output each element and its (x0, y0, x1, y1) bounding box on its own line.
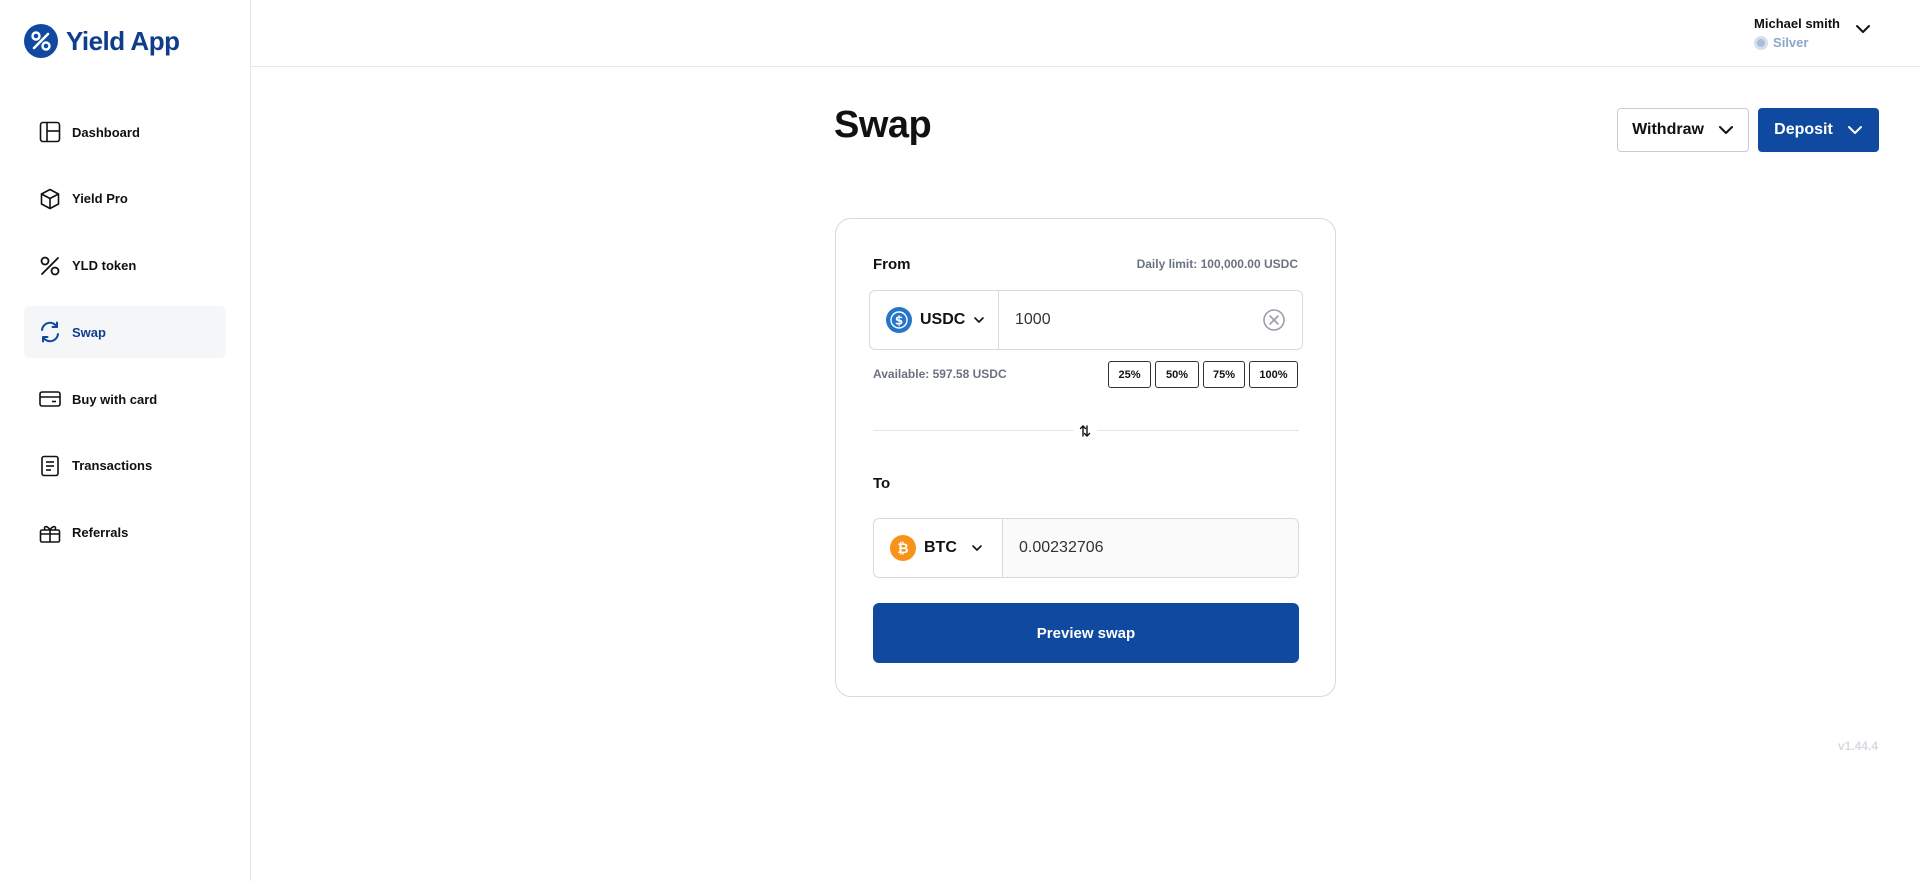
sidebar-item-yield-pro[interactable]: Yield Pro (24, 173, 226, 225)
svg-text:$: $ (895, 314, 903, 328)
to-field: ₿ BTC (873, 518, 1299, 578)
top-header: Michael smith Silver (251, 0, 1920, 67)
daily-limit: Daily limit: 100,000.00 USDC (1136, 257, 1298, 271)
chevron-down-icon (972, 545, 982, 551)
sidebar-item-buy-with-card[interactable]: Buy with card (24, 373, 226, 425)
dashboard-icon (38, 120, 62, 144)
sidebar-item-label: Transactions (72, 458, 153, 474)
chevron-down-icon (1847, 126, 1862, 134)
app-version: v1.44.4 (1837, 739, 1878, 753)
app-logo[interactable]: Yield App (24, 24, 180, 58)
app-name: Yield App (66, 25, 180, 56)
cube-icon (38, 187, 62, 211)
user-tier-label: Silver (1773, 35, 1809, 50)
user-menu[interactable]: Michael smith Silver (1754, 16, 1872, 50)
percent-buttons: 25% 50% 75% 100% (1108, 361, 1298, 388)
clear-icon[interactable] (1262, 308, 1286, 332)
deposit-button[interactable]: Deposit (1758, 108, 1879, 152)
sidebar-item-label: Swap (72, 324, 106, 340)
from-amount-wrap (999, 291, 1302, 349)
from-amount-input[interactable] (999, 291, 1302, 349)
from-coin-select[interactable]: $ USDC (870, 291, 999, 349)
withdraw-label: Withdraw (1632, 121, 1704, 138)
from-field: $ USDC (869, 290, 1303, 350)
from-coin-name: USDC (920, 311, 966, 328)
document-icon (38, 454, 62, 478)
to-amount-wrap (1003, 519, 1298, 577)
swap-direction-button[interactable] (1073, 419, 1097, 443)
percent-100-button[interactable]: 100% (1249, 361, 1298, 388)
credit-card-icon (38, 387, 62, 411)
sidebar-item-label: YLD token (72, 258, 137, 274)
sidebar-item-yld-token[interactable]: YLD token (24, 240, 226, 292)
chevron-down-icon (1718, 126, 1733, 134)
percent-50-button[interactable]: 50% (1155, 361, 1199, 388)
preview-swap-button[interactable]: Preview swap (873, 603, 1299, 663)
sidebar-item-referrals[interactable]: Referrals (24, 507, 226, 559)
deposit-label: Deposit (1774, 121, 1833, 138)
swap-refresh-icon (38, 320, 62, 344)
sidebar-item-label: Buy with card (72, 391, 158, 407)
to-coin-select[interactable]: ₿ BTC (874, 519, 1003, 577)
usdc-coin-icon: $ (886, 307, 912, 333)
swap-arrows-icon (1079, 425, 1091, 437)
sidebar-nav: Dashboard Yield Pro YLD token Swap Buy w… (24, 106, 226, 574)
percent-75-button[interactable]: 75% (1203, 361, 1245, 388)
swap-card: From Daily limit: 100,000.00 USDC $ USDC… (835, 218, 1336, 697)
sidebar-item-dashboard[interactable]: Dashboard (24, 106, 226, 158)
chevron-down-icon[interactable] (1854, 20, 1872, 43)
available-balance: Available: 597.58 USDC (873, 367, 1007, 381)
sidebar-item-label: Yield Pro (72, 191, 128, 207)
percent-icon (38, 254, 62, 278)
user-info: Michael smith Silver (1754, 16, 1840, 50)
svg-text:₿: ₿ (897, 541, 908, 557)
tier-badge-icon (1754, 35, 1769, 50)
to-label: To (873, 475, 891, 492)
withdraw-button[interactable]: Withdraw (1617, 108, 1749, 152)
from-label: From (873, 256, 911, 273)
bitcoin-coin-icon: ₿ (890, 535, 916, 561)
gift-icon (38, 521, 62, 545)
sidebar: Yield App Dashboard Yield Pro YLD token … (0, 0, 251, 881)
sidebar-item-swap[interactable]: Swap (24, 306, 226, 359)
sidebar-item-label: Referrals (72, 525, 129, 541)
page-title: Swap (834, 104, 932, 146)
user-tier: Silver (1754, 35, 1808, 50)
percent-25-button[interactable]: 25% (1108, 361, 1151, 388)
yield-logo-icon (24, 24, 58, 58)
sidebar-item-label: Dashboard (72, 124, 140, 140)
sidebar-item-transactions[interactable]: Transactions (24, 440, 226, 492)
chevron-down-icon (974, 317, 985, 323)
user-name: Michael smith (1754, 16, 1840, 31)
to-coin-name: BTC (924, 539, 957, 556)
to-amount-field (1003, 519, 1298, 577)
